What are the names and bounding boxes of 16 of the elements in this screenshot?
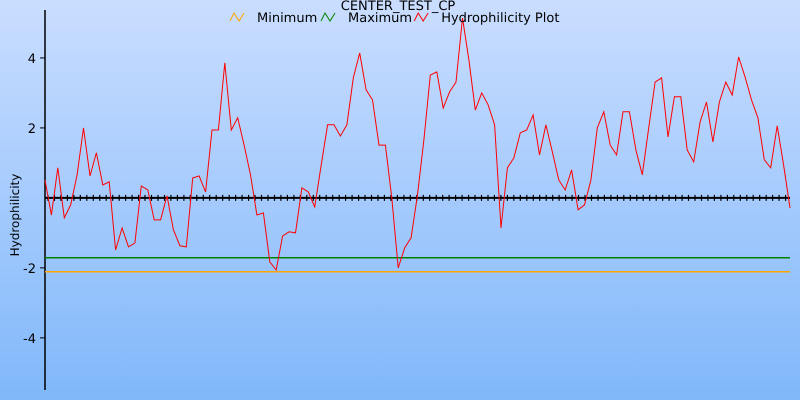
y-tick-label: -2 <box>23 262 36 277</box>
legend-label: Hydrophilicity Plot <box>441 11 560 26</box>
y-tick-label: 2 <box>28 122 36 137</box>
legend-line-icon <box>414 12 429 22</box>
legend-label: Minimum <box>257 11 318 26</box>
y-tick <box>40 57 46 58</box>
legend-label: Maximum <box>348 11 412 26</box>
legend-line-icon <box>230 12 244 22</box>
chart-title: CENTER_TEST_CP <box>340 0 456 14</box>
y-tick-label: -4 <box>23 332 36 347</box>
legend-line-icon <box>320 12 336 22</box>
y-tick <box>40 127 46 128</box>
y-tick-label: 4 <box>28 52 36 67</box>
y-axis-label: Hydrophilicity <box>8 174 22 256</box>
y-tick <box>40 267 46 268</box>
y-tick <box>40 337 46 338</box>
